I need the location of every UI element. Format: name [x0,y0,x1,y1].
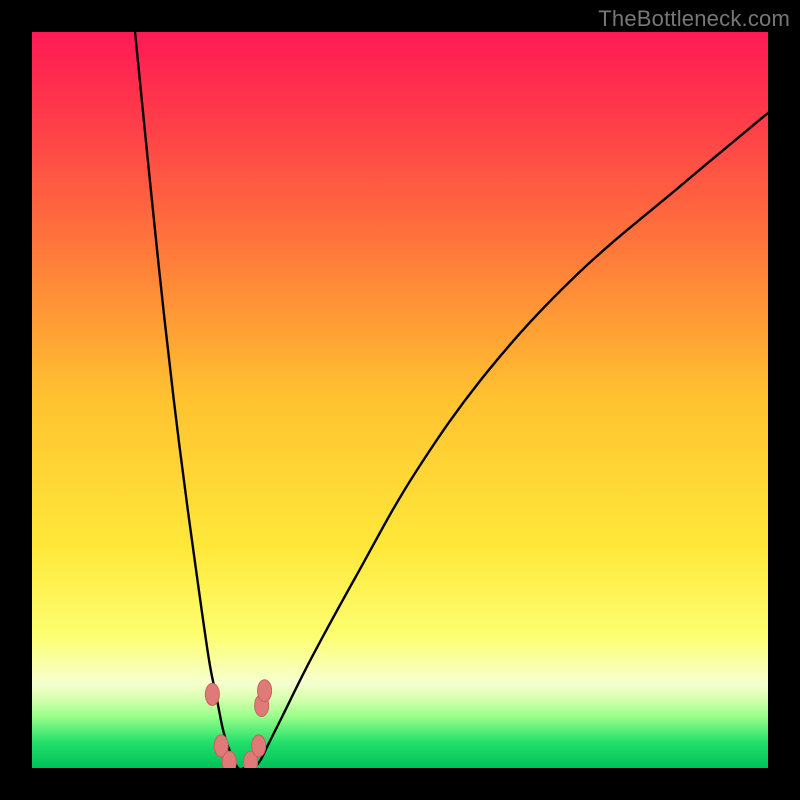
chart-frame: TheBottleneck.com [0,0,800,800]
marker-point [205,683,219,705]
marker-point [258,680,272,702]
plot-area [32,32,768,768]
watermark-text: TheBottleneck.com [598,6,790,32]
bottleneck-chart [32,32,768,768]
marker-point [222,751,236,768]
gradient-background [32,32,768,768]
marker-point [252,735,266,757]
